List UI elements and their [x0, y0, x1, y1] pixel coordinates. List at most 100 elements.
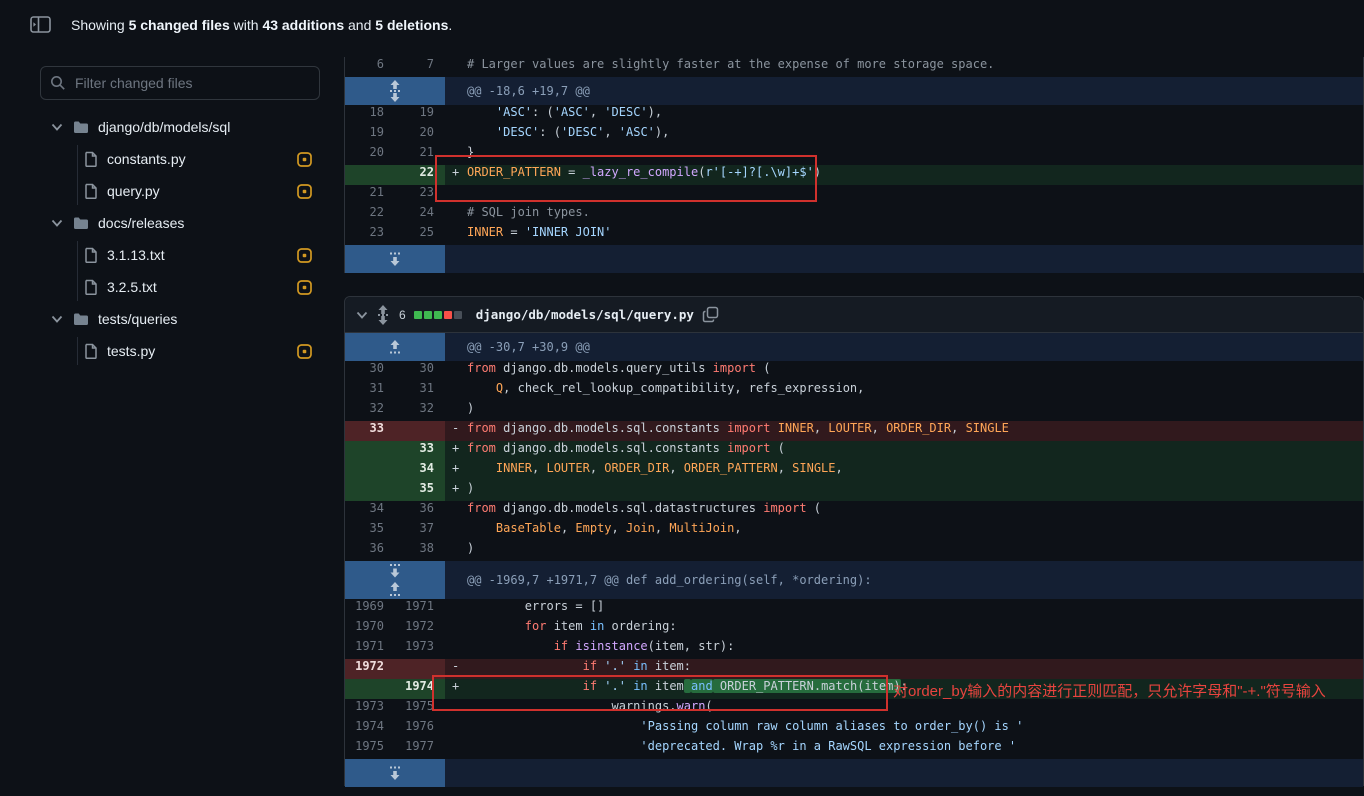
code-token: for — [525, 619, 547, 633]
new-line-number[interactable]: 1971 — [395, 599, 445, 619]
expand-hunk-button[interactable] — [345, 759, 445, 787]
old-line-number[interactable]: 22 — [345, 205, 395, 225]
filter-changed-files-input[interactable] — [40, 66, 320, 100]
new-line-number[interactable]: 25 — [395, 225, 445, 245]
old-line-number[interactable] — [345, 165, 395, 185]
new-line-number[interactable]: 1976 — [395, 719, 445, 739]
new-line-number[interactable]: 37 — [395, 521, 445, 541]
sidebar-folder-tests/queries[interactable]: tests/queries — [40, 303, 320, 335]
code-token: ordering: — [604, 619, 676, 633]
new-line-number[interactable]: 24 — [395, 205, 445, 225]
sidebar-file-3.1.13.txt[interactable]: 3.1.13.txt — [40, 239, 320, 271]
code-text: 'Passing column raw column aliases to or… — [445, 719, 1363, 739]
sidebar-file-query.py[interactable]: query.py — [40, 175, 320, 207]
old-line-number[interactable]: 36 — [345, 541, 395, 561]
old-line-number[interactable] — [345, 481, 395, 501]
code-text: Q, check_rel_lookup_compatibility, refs_… — [445, 381, 1363, 401]
new-line-number[interactable]: 32 — [395, 401, 445, 421]
sidebar-file-3.2.5.txt[interactable]: 3.2.5.txt — [40, 271, 320, 303]
old-line-number[interactable]: 1969 — [345, 599, 395, 619]
code-token: and — [691, 679, 713, 693]
code-token: : ( — [532, 105, 554, 119]
new-line-number[interactable]: 1972 — [395, 619, 445, 639]
summary-text: with — [230, 17, 263, 33]
fold-down-icon — [389, 251, 401, 267]
new-line-number[interactable]: 33 — [395, 441, 445, 461]
old-line-number[interactable] — [345, 461, 395, 481]
old-line-number[interactable] — [345, 441, 395, 461]
old-line-number[interactable] — [345, 679, 395, 699]
old-line-number[interactable]: 1975 — [345, 739, 395, 759]
new-line-number[interactable]: 34 — [395, 461, 445, 481]
old-line-number[interactable]: 32 — [345, 401, 395, 421]
sidebar-file-tests.py[interactable]: tests.py — [40, 335, 320, 367]
new-line-number[interactable]: 23 — [395, 185, 445, 205]
new-line-number[interactable]: 21 — [395, 145, 445, 165]
old-line-number[interactable]: 1973 — [345, 699, 395, 719]
old-line-number[interactable]: 1974 — [345, 719, 395, 739]
old-line-number[interactable]: 34 — [345, 501, 395, 521]
expand-footer-row — [345, 759, 1363, 787]
unfold-icon[interactable] — [377, 304, 389, 326]
expand-hunk-button[interactable] — [345, 561, 445, 599]
new-line-number[interactable]: 35 — [395, 481, 445, 501]
new-line-number[interactable]: 1977 — [395, 739, 445, 759]
sidebar-folder-django/db/models/sql[interactable]: django/db/models/sql — [40, 111, 320, 143]
expand-hunk-button[interactable] — [345, 333, 445, 361]
new-line-number[interactable]: 38 — [395, 541, 445, 561]
copy-icon[interactable] — [702, 306, 719, 323]
old-line-number[interactable]: 21 — [345, 185, 395, 205]
new-line-number[interactable]: 36 — [395, 501, 445, 521]
diff-sign: + — [452, 165, 459, 179]
new-line-number[interactable] — [395, 421, 445, 441]
file-tree-sidebar: django/db/models/sql constants.py query.… — [40, 66, 320, 367]
new-line-number[interactable]: 1974 — [395, 679, 445, 699]
new-line-number[interactable]: 7 — [395, 57, 445, 77]
fold-down-icon — [389, 765, 401, 781]
code-text: + INNER, LOUTER, ORDER_DIR, ORDER_PATTER… — [445, 461, 1363, 481]
old-line-number[interactable]: 20 — [345, 145, 395, 165]
code-token: '.' — [604, 659, 626, 673]
diff-line: 3232) — [345, 401, 1363, 421]
new-line-number[interactable]: 31 — [395, 381, 445, 401]
new-line-number[interactable]: 20 — [395, 125, 445, 145]
folder-icon — [73, 312, 89, 326]
expand-hunk-button[interactable] — [345, 77, 445, 105]
new-line-number[interactable] — [395, 659, 445, 679]
code-text: errors = [] — [445, 599, 1363, 619]
new-line-number[interactable]: 1975 — [395, 699, 445, 719]
diff-line: 22+ORDER_PATTERN = _lazy_re_compile(r'[-… — [345, 165, 1363, 185]
code-token: if — [583, 679, 597, 693]
hunk-header-row: @@ -18,6 +19,7 @@ — [345, 77, 1363, 105]
old-line-number[interactable]: 33 — [345, 421, 395, 441]
new-line-number[interactable]: 30 — [395, 361, 445, 381]
diff-sign: - — [452, 659, 459, 673]
old-line-number[interactable]: 1971 — [345, 639, 395, 659]
code-token: r'[-+]?[.\w]+$' — [705, 165, 813, 179]
old-line-number[interactable]: 30 — [345, 361, 395, 381]
sidebar-folder-docs/releases[interactable]: docs/releases — [40, 207, 320, 239]
hunk-range-text: @@ -1969,7 +1971,7 @@ def add_ordering(s… — [445, 561, 1363, 599]
chevron-down-icon[interactable] — [355, 308, 369, 322]
modified-badge-icon — [297, 152, 312, 167]
sidebar-toggle-icon[interactable] — [30, 16, 51, 33]
old-line-number[interactable]: 23 — [345, 225, 395, 245]
old-line-number[interactable]: 1972 — [345, 659, 395, 679]
diff-panel-query: 6 django/db/models/sql/query.py @@ -30,7… — [344, 296, 1364, 786]
diff-line: 3436from django.db.models.sql.datastruct… — [345, 501, 1363, 521]
sidebar-file-constants.py[interactable]: constants.py — [40, 143, 320, 175]
new-line-number[interactable]: 19 — [395, 105, 445, 125]
old-line-number[interactable]: 6 — [345, 57, 395, 77]
old-line-number[interactable]: 1970 — [345, 619, 395, 639]
old-line-number[interactable]: 31 — [345, 381, 395, 401]
new-line-number[interactable]: 22 — [395, 165, 445, 185]
code-token: import — [727, 421, 770, 435]
old-line-number[interactable]: 35 — [345, 521, 395, 541]
diff-line: 35+) — [345, 481, 1363, 501]
code-token: , — [604, 125, 618, 139]
old-line-number[interactable]: 18 — [345, 105, 395, 125]
new-line-number[interactable]: 1973 — [395, 639, 445, 659]
diff-line: 33-from django.db.models.sql.constants i… — [345, 421, 1363, 441]
old-line-number[interactable]: 19 — [345, 125, 395, 145]
expand-hunk-button[interactable] — [345, 245, 445, 273]
